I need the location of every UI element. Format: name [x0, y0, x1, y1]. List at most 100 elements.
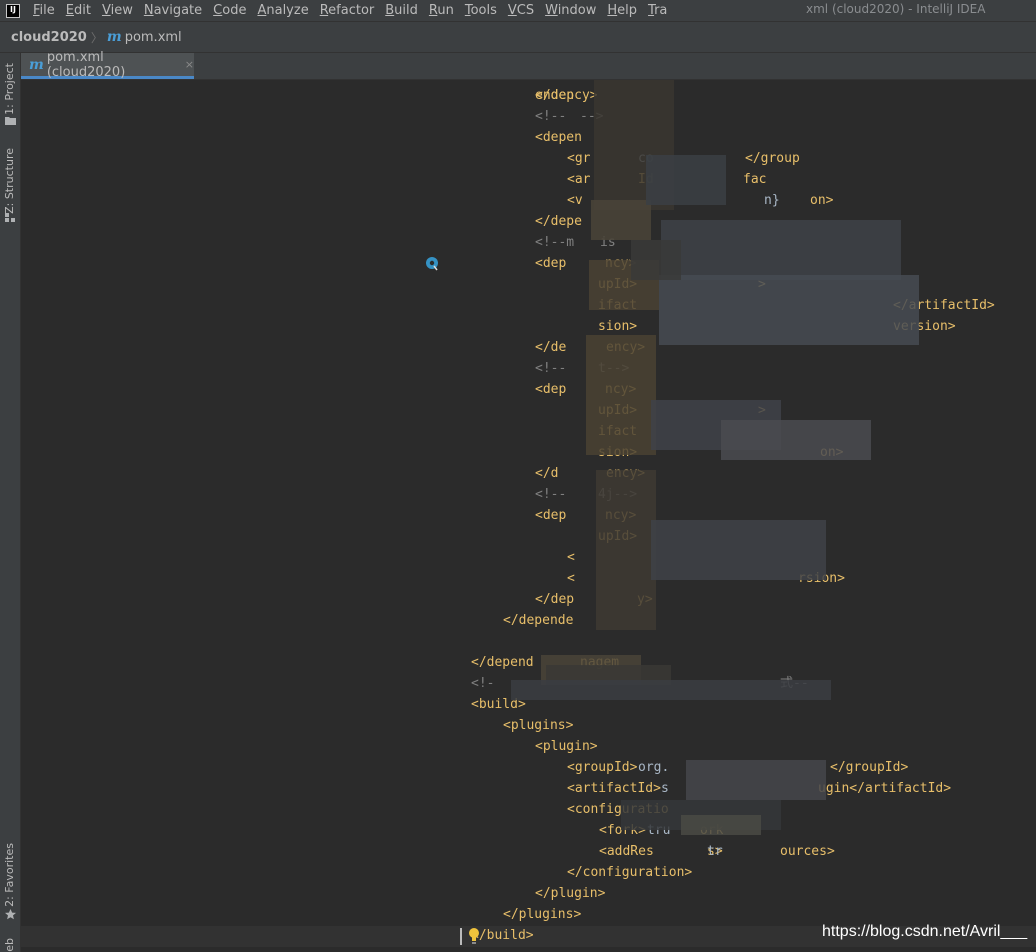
code-line: <rsion>: [21, 568, 1036, 589]
tool-window-structure[interactable]: Z: Structure: [3, 148, 16, 214]
menu-item-run[interactable]: Run: [424, 3, 460, 18]
code-token: on>: [810, 193, 834, 208]
code-line: </dep endency>: [21, 85, 1036, 106]
structure-icon[interactable]: [5, 213, 16, 222]
code-token: </depende: [503, 613, 574, 628]
code-token: <artifactId>: [567, 781, 661, 796]
intellij-logo-icon: IJ: [6, 3, 20, 18]
menu-item-edit[interactable]: Edit: [61, 3, 97, 18]
redaction-block: [721, 420, 871, 460]
redaction-block: [591, 200, 651, 240]
code-token: <: [567, 550, 575, 565]
tab-pom-xml[interactable]: m pom.xml (cloud2020) ×: [21, 50, 194, 80]
code-line: <!-- -->: [21, 106, 1036, 127]
star-icon[interactable]: [5, 909, 16, 920]
code-token: endency>: [535, 88, 598, 103]
navigation-bar: cloud2020 〉 m pom.xml: [0, 21, 1036, 53]
folder-icon[interactable]: [5, 116, 16, 125]
code-token: <: [567, 571, 575, 586]
run-gutter-icon[interactable]: [425, 256, 441, 272]
code-token: <depen: [535, 130, 582, 145]
menu-item-navigate[interactable]: Navigate: [139, 3, 208, 18]
menu-item-tools[interactable]: Tools: [460, 3, 503, 18]
code-token: <dep: [535, 256, 567, 271]
code-line: sion>on>: [21, 442, 1036, 463]
menu-item-analyze[interactable]: Analyze: [252, 3, 314, 18]
code-line: </dency>: [21, 463, 1036, 484]
code-token: </depe: [535, 214, 582, 229]
code-line: <plugins>: [21, 715, 1036, 736]
window-title: xml (cloud2020) - IntelliJ IDEA: [806, 2, 986, 16]
breadcrumb-file[interactable]: pom.xml: [125, 30, 182, 45]
code-line: </dependnagem: [21, 652, 1036, 673]
menu-item-refactor[interactable]: Refactor: [315, 3, 381, 18]
redaction-block: [661, 220, 901, 280]
code-token: </build>: [471, 928, 534, 943]
menu-item-view[interactable]: View: [97, 3, 139, 18]
code-line: </depy>: [21, 589, 1036, 610]
code-line: <!--4j-->: [21, 484, 1036, 505]
code-line: <arIdfac: [21, 169, 1036, 190]
tool-window-bottom[interactable]: eb: [3, 938, 16, 952]
menu-item-build[interactable]: Build: [380, 3, 424, 18]
code-token: </group: [745, 151, 800, 166]
code-line: upId>: [21, 526, 1036, 547]
code-line: </configuration>: [21, 862, 1036, 883]
redaction-block: [659, 275, 919, 345]
menu-item-help[interactable]: Help: [602, 3, 643, 18]
code-line: <fork>truork: [21, 820, 1036, 841]
code-token: <!--: [535, 487, 567, 502]
code-token: </dep: [535, 592, 575, 607]
code-line: <grco</group: [21, 148, 1036, 169]
code-line: <artifactId> s ugin</artifactId>: [21, 778, 1036, 799]
redaction-block: [681, 815, 761, 835]
maven-file-icon: m: [106, 29, 122, 45]
watermark-url: https://blog.csdn.net/Avril___: [822, 923, 1028, 940]
code-line: <!--t-->: [21, 358, 1036, 379]
tool-window-favorites[interactable]: 2: Favorites: [3, 843, 16, 907]
text-caret: [460, 928, 462, 945]
code-token: </groupId>: [830, 760, 909, 775]
code-line: <configuratio: [21, 799, 1036, 820]
redaction-block: [686, 760, 826, 800]
code-line: <groupId> org. </groupId>: [21, 757, 1036, 778]
code-editor[interactable]: </dependency><!----><depen<grco</group<a…: [21, 80, 1036, 952]
code-line: </plugin>: [21, 883, 1036, 904]
code-token: <gr: [567, 151, 591, 166]
tool-window-project[interactable]: 1: Project: [3, 63, 16, 115]
breadcrumb-project[interactable]: cloud2020: [11, 30, 87, 45]
code-token: <!--m: [535, 235, 575, 250]
redaction-block: [631, 240, 681, 280]
code-line: upId>>: [21, 400, 1036, 421]
code-token: <groupId>: [567, 760, 638, 775]
redaction-block: [651, 520, 826, 580]
code-token: </configuration>: [567, 865, 693, 880]
code-token: tr: [707, 844, 723, 859]
editor-tab-bar: m pom.xml (cloud2020) ×: [21, 50, 1036, 80]
menu-item-vcs[interactable]: VCS: [503, 3, 540, 18]
menu-item-file[interactable]: File: [28, 3, 61, 18]
code-token: </depend: [471, 655, 534, 670]
menu-item-tra[interactable]: Tra: [643, 3, 673, 18]
lightbulb-icon[interactable]: [468, 927, 480, 945]
code-token: </plugin>: [535, 886, 606, 901]
code-token: <plugin>: [535, 739, 598, 754]
left-tool-window-strip: 1: Project Z: Structure 2: Favorites eb: [0, 53, 21, 952]
code-token: <!-: [471, 676, 495, 691]
code-line: <depen: [21, 127, 1036, 148]
code-token: <ar: [567, 172, 591, 187]
code-token: <plugins>: [503, 718, 574, 733]
code-token: <!--: [535, 361, 567, 376]
menu-item-window[interactable]: Window: [540, 3, 602, 18]
code-line: <: [21, 547, 1036, 568]
code-token: fac: [743, 172, 767, 187]
code-line: <depncy>: [21, 379, 1036, 400]
code-token: ources>: [780, 844, 835, 859]
code-token: org.: [638, 760, 670, 775]
code-line: <v n} on>: [21, 190, 1036, 211]
menu-item-code[interactable]: Code: [208, 3, 252, 18]
menu-items: File Edit View Navigate Code Analyze Refactor B…: [28, 3, 673, 18]
code-token: sion>: [598, 319, 638, 334]
close-icon[interactable]: ×: [185, 58, 194, 71]
